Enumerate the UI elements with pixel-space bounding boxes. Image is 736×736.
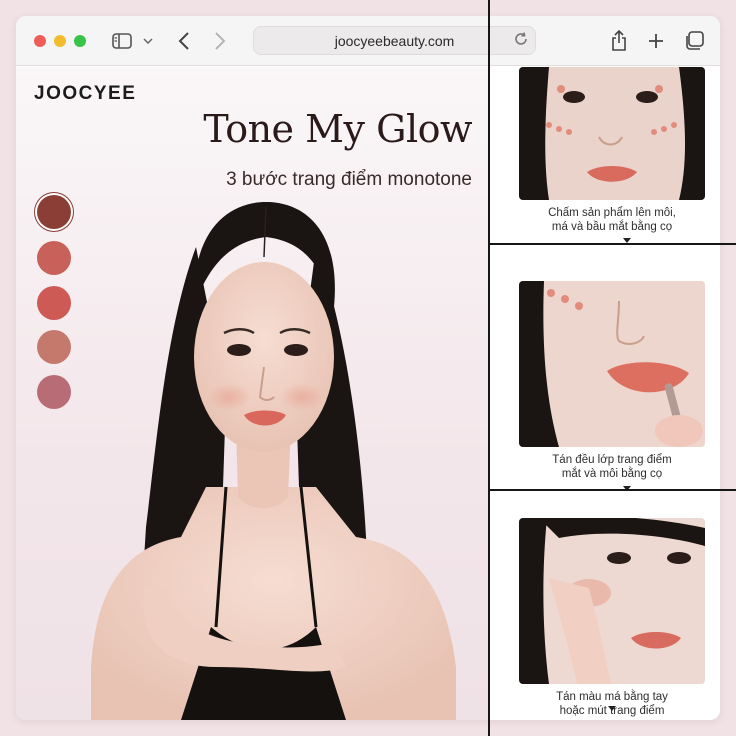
page-subtitle: 3 bước trang điểm monotone (226, 169, 472, 190)
address-bar[interactable]: joocyeebeauty.com (253, 26, 536, 55)
zoom-window-button[interactable] (74, 35, 86, 47)
swatch-3[interactable] (37, 286, 71, 320)
page-content: JOOCYEE Tone My Glow 3 bước trang điểm m… (16, 67, 720, 720)
hero-section: JOOCYEE Tone My Glow 3 bước trang điểm m… (16, 67, 490, 720)
step-3-photo (519, 518, 705, 684)
model-portrait (91, 202, 456, 720)
step-arrow-icon (608, 706, 616, 711)
step-1-caption-line-2: má và bầu mắt bằng cọ (551, 221, 673, 233)
sidebar-icon[interactable] (111, 29, 133, 53)
step-3-caption-line-1: Tán màu má bằng tay (556, 691, 668, 703)
step-2-caption-line-1: Tán đều lớp trang điểm (552, 454, 672, 466)
browser-toolbar: joocyeebeauty.com (16, 16, 720, 66)
close-window-button[interactable] (34, 35, 46, 47)
chevron-down-icon[interactable] (141, 29, 155, 53)
plus-icon[interactable] (645, 29, 667, 53)
back-arrow-icon[interactable] (174, 29, 194, 53)
reload-icon[interactable] (513, 31, 529, 51)
swatch-1[interactable] (37, 195, 71, 229)
step-2-caption-line-2: mắt và môi bằng cọ (561, 468, 663, 480)
tabs-icon[interactable] (683, 29, 705, 53)
swatch-2[interactable] (37, 241, 71, 275)
swatch-5[interactable] (37, 375, 71, 409)
panel-divider-vertical (488, 0, 490, 736)
step-2-photo (519, 281, 705, 447)
page-title: Tone My Glow (203, 107, 472, 151)
step-1-photo (519, 67, 705, 200)
swatch-4[interactable] (37, 330, 71, 364)
step-3-caption-line-2: hoặc mút trang điểm (559, 705, 665, 717)
forward-arrow-icon[interactable] (210, 29, 230, 53)
url-text: joocyeebeauty.com (334, 33, 455, 49)
step-1-caption-line-1: Chấm sản phẩm lên môi, (548, 207, 676, 219)
share-icon[interactable] (608, 29, 630, 53)
brand-logo[interactable]: JOOCYEE (34, 83, 136, 105)
minimize-window-button[interactable] (54, 35, 66, 47)
steps-panel: Chấm sản phẩm lên môi, má và bầu mắt bằn… (490, 67, 720, 720)
panel-divider-horizontal (490, 489, 736, 491)
panel-divider-horizontal (490, 243, 736, 245)
browser-window: joocyeebeauty.com JOOCYEE Tone My Glow 3… (16, 16, 720, 720)
